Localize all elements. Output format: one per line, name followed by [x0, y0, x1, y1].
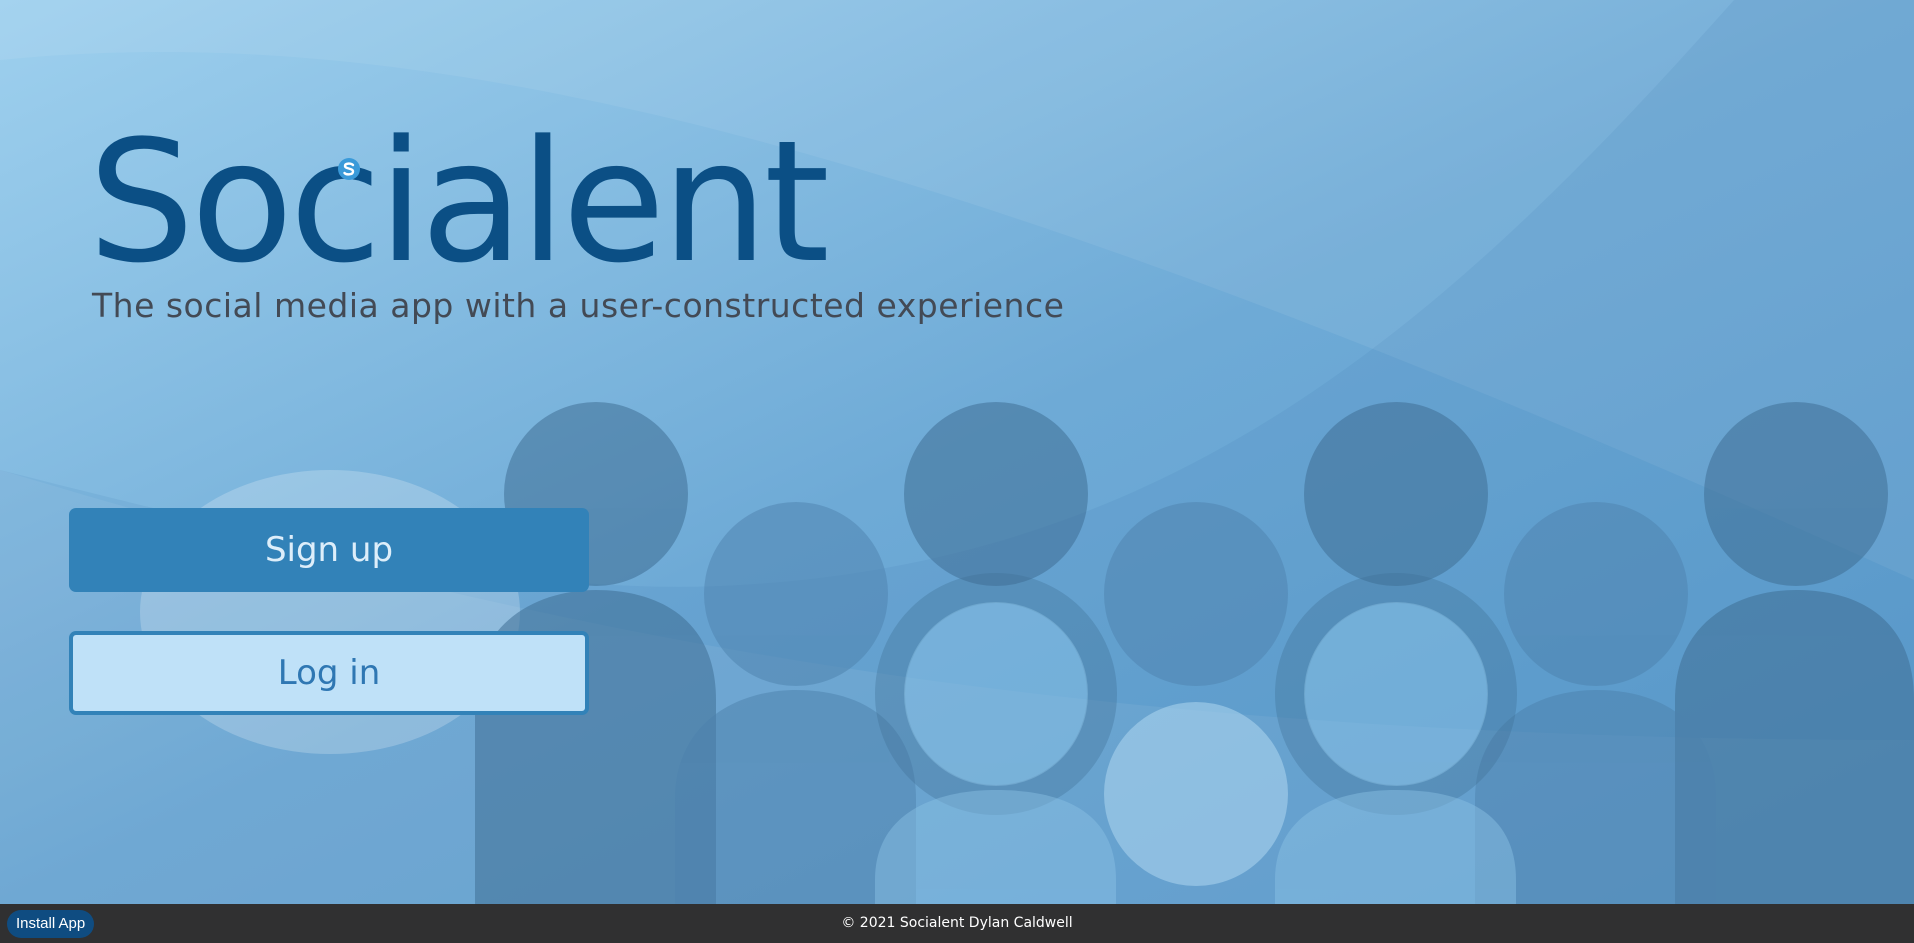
footer: © 2021 Socialent Dylan Caldwell Install …: [0, 904, 1914, 943]
socialent-s-icon: [338, 158, 360, 180]
signup-button[interactable]: Sign up: [69, 508, 589, 592]
install-app-button[interactable]: Install App: [7, 910, 95, 938]
copyright-text: © 2021 Socialent Dylan Caldwell: [841, 915, 1073, 931]
app-tagline: The social media app with a user-constru…: [92, 286, 1065, 325]
app-logo-wordmark: Socialent: [88, 104, 830, 300]
login-button[interactable]: Log in: [69, 631, 589, 715]
landing-page: Socialent The social media app with a us…: [0, 0, 1914, 943]
